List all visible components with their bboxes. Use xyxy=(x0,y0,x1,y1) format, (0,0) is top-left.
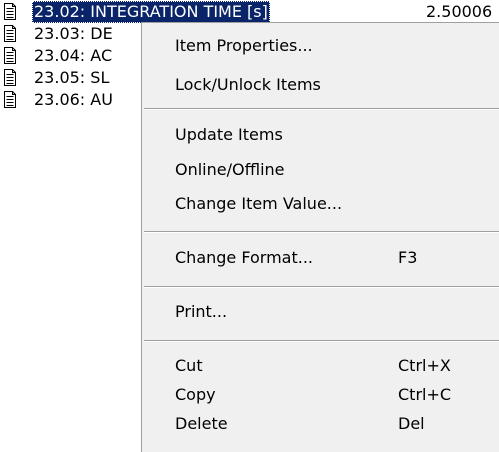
document-icon xyxy=(4,3,16,20)
menu-item-label: Print... xyxy=(175,302,228,321)
list-item-label[interactable]: 23.05: SL xyxy=(32,67,111,89)
menu-item-label: Update Items xyxy=(175,125,283,144)
menu-item-label: Cut xyxy=(175,356,203,375)
menu-separator xyxy=(144,340,499,342)
menu-item-item-properties[interactable]: Item Properties... xyxy=(142,32,499,60)
menu-item-label: Online/Offline xyxy=(175,160,285,179)
context-menu: Item Properties... Lock/Unlock Items Upd… xyxy=(141,22,499,452)
menu-item-label: Change Item Value... xyxy=(175,194,343,213)
menu-item-lock-unlock[interactable]: Lock/Unlock Items xyxy=(142,71,499,99)
menu-item-online-offline[interactable]: Online/Offline xyxy=(142,156,499,184)
menu-item-shortcut: Ctrl+X xyxy=(398,356,451,375)
menu-item-label: Item Properties... xyxy=(175,36,313,55)
menu-item-label: Lock/Unlock Items xyxy=(175,75,321,94)
document-icon xyxy=(4,25,16,42)
list-item-label[interactable]: 23.06: AU xyxy=(32,89,115,111)
menu-separator xyxy=(144,286,499,288)
list-item-label[interactable]: 23.03: DE xyxy=(32,23,115,45)
menu-separator xyxy=(144,108,499,110)
menu-item-label: Change Format... xyxy=(175,248,313,267)
list-item-label[interactable]: 23.04: AC xyxy=(32,45,114,67)
menu-item-update-items[interactable]: Update Items xyxy=(142,121,499,149)
menu-item-delete[interactable]: Delete Del xyxy=(142,410,499,438)
menu-separator xyxy=(144,231,499,233)
menu-item-shortcut: F3 xyxy=(398,248,418,267)
menu-item-change-item-value[interactable]: Change Item Value... xyxy=(142,190,499,218)
document-icon xyxy=(4,69,16,86)
menu-item-print[interactable]: Print... xyxy=(142,298,499,326)
menu-item-cut[interactable]: Cut Ctrl+X xyxy=(142,352,499,380)
list-item-value: 2.50006 xyxy=(426,2,493,21)
document-icon xyxy=(4,47,16,64)
menu-item-copy[interactable]: Copy Ctrl+C xyxy=(142,381,499,409)
menu-item-change-format[interactable]: Change Format... F3 xyxy=(142,244,499,272)
document-icon xyxy=(4,91,16,108)
menu-item-label: Copy xyxy=(175,385,216,404)
menu-item-shortcut: Ctrl+C xyxy=(398,385,452,404)
list-item-23-02[interactable]: 23.02: INTEGRATION TIME [s] 2.50006 xyxy=(0,1,499,23)
menu-item-shortcut: Del xyxy=(398,414,425,433)
list-item-label[interactable]: 23.02: INTEGRATION TIME [s] xyxy=(32,1,270,23)
menu-item-label: Delete xyxy=(175,414,228,433)
